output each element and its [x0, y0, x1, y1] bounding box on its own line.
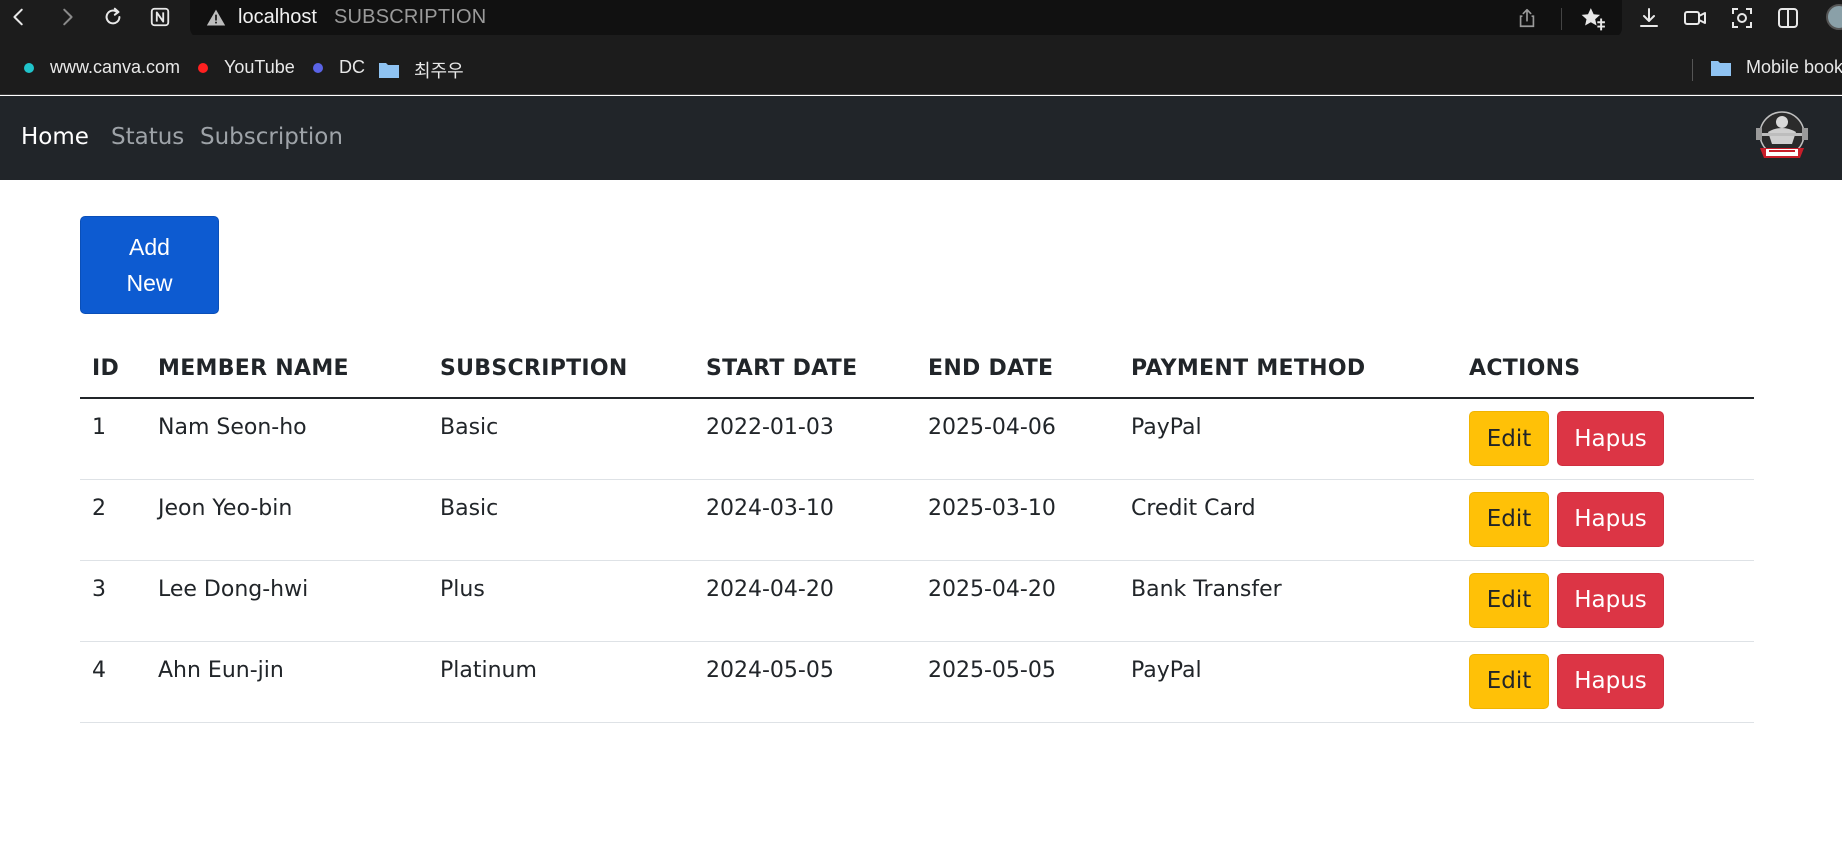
edit-button[interactable]: Edit — [1469, 653, 1549, 709]
table-row: 3 Lee Dong-hwi Plus 2024-04-20 2025-04-2… — [80, 560, 1754, 642]
delete-button[interactable]: Hapus — [1557, 491, 1664, 547]
subscription-table: ID MEMBER NAME SUBSCRIPTION START DATE E… — [80, 340, 1754, 723]
download-icon[interactable] — [1636, 5, 1662, 31]
cell-actions: Edit Hapus — [1457, 479, 1754, 561]
delete-button[interactable]: Hapus — [1557, 411, 1664, 466]
header-member-name: MEMBER NAME — [146, 340, 428, 399]
cell-subscription: Plus — [428, 560, 694, 642]
cell-end-date: 2025-04-20 — [916, 560, 1119, 642]
header-payment-method: PAYMENT METHOD — [1119, 340, 1457, 399]
cell-actions: Edit Hapus — [1457, 398, 1754, 480]
bookmark-youtube[interactable]: YouTube — [198, 57, 295, 78]
bookmarks-divider — [1692, 59, 1693, 81]
cell-id: 3 — [80, 560, 146, 642]
address-bar[interactable]: localhost SUBSCRIPTION — [190, 0, 1622, 38]
add-new-button[interactable]: Add New — [80, 216, 219, 314]
nav-link-status[interactable]: Status — [111, 124, 184, 150]
back-icon[interactable] — [6, 4, 32, 30]
notion-icon[interactable] — [147, 4, 173, 30]
cell-start-date: 2024-05-05 — [694, 641, 916, 723]
cell-payment-method: Bank Transfer — [1119, 560, 1457, 642]
bookmark-label: YouTube — [224, 57, 295, 77]
address-host: localhost — [238, 6, 317, 28]
not-secure-warning-icon[interactable] — [206, 8, 226, 28]
canva-dot-icon — [24, 62, 34, 73]
edit-button[interactable]: Edit — [1469, 491, 1549, 547]
forward-icon[interactable] — [54, 4, 80, 30]
cell-member-name: Ahn Eun-jin — [146, 641, 428, 723]
edit-button[interactable]: Edit — [1469, 572, 1549, 628]
cell-id: 1 — [80, 398, 146, 480]
cell-member-name: Jeon Yeo-bin — [146, 479, 428, 561]
cell-end-date: 2025-04-06 — [916, 398, 1119, 480]
folder-icon — [379, 63, 399, 78]
nav-link-home[interactable]: Home — [21, 124, 89, 150]
cell-payment-method: Credit Card — [1119, 479, 1457, 561]
browser-toolbar: localhost SUBSCRIPTION — [0, 0, 1842, 38]
cell-member-name: Lee Dong-hwi — [146, 560, 428, 642]
cell-end-date: 2025-05-05 — [916, 641, 1119, 723]
cell-actions: Edit Hapus — [1457, 641, 1754, 723]
bookmark-label: Mobile bookmarks — [1746, 57, 1842, 77]
table-header-row: ID MEMBER NAME SUBSCRIPTION START DATE E… — [80, 340, 1754, 399]
edit-button[interactable]: Edit — [1469, 411, 1549, 466]
table-row: 2 Jeon Yeo-bin Basic 2024-03-10 2025-03-… — [80, 479, 1754, 561]
bookmark-folder[interactable]: 최주우 — [378, 57, 464, 83]
app-navbar: Home Status Subscription — [0, 96, 1842, 180]
cell-start-date: 2024-03-10 — [694, 479, 916, 561]
cell-payment-method: PayPal — [1119, 398, 1457, 480]
dc-dot-icon — [313, 62, 323, 73]
cell-subscription: Basic — [428, 479, 694, 561]
delete-button[interactable]: Hapus — [1557, 572, 1664, 628]
cell-start-date: 2022-01-03 — [694, 398, 916, 480]
cell-end-date: 2025-03-10 — [916, 479, 1119, 561]
bookmark-label: 최주우 — [414, 61, 464, 81]
header-start-date: START DATE — [694, 340, 916, 399]
table-row: 1 Nam Seon-ho Basic 2022-01-03 2025-04-0… — [80, 398, 1754, 480]
table-row: 4 Ahn Eun-jin Platinum 2024-05-05 2025-0… — [80, 641, 1754, 723]
folder-icon — [1711, 60, 1731, 76]
bookmark-label: DC — [339, 57, 365, 77]
cell-subscription: Basic — [428, 398, 694, 480]
cell-id: 2 — [80, 479, 146, 561]
cell-id: 4 — [80, 641, 146, 723]
cell-subscription: Platinum — [428, 641, 694, 723]
header-subscription: SUBSCRIPTION — [428, 340, 694, 399]
bookmark-dc[interactable]: DC — [313, 57, 365, 78]
delete-button[interactable]: Hapus — [1557, 653, 1664, 709]
address-divider — [1561, 8, 1562, 30]
bookmark-canva[interactable]: www.canva.com — [24, 57, 180, 78]
split-screen-icon[interactable] — [1775, 5, 1801, 31]
address-page-title: SUBSCRIPTION — [334, 6, 487, 28]
cell-member-name: Nam Seon-ho — [146, 398, 428, 480]
youtube-dot-icon — [198, 62, 208, 73]
screenshot-icon[interactable] — [1729, 5, 1755, 31]
cell-actions: Edit Hapus — [1457, 560, 1754, 642]
header-id: ID — [80, 340, 146, 399]
fitness-logo-icon[interactable] — [1750, 108, 1814, 168]
bookmark-label: www.canva.com — [50, 57, 181, 77]
mobile-bookmarks-folder[interactable]: Mobile bookmarks — [1710, 57, 1842, 78]
reload-icon[interactable] — [100, 4, 126, 30]
nav-link-subscription[interactable]: Subscription — [200, 124, 343, 150]
profile-avatar[interactable] — [1826, 4, 1842, 30]
header-actions: ACTIONS — [1457, 340, 1754, 399]
favorites-star-icon[interactable] — [1580, 6, 1606, 32]
screen-capture-icon[interactable] — [1682, 5, 1708, 31]
cell-payment-method: PayPal — [1119, 641, 1457, 723]
share-icon[interactable] — [1516, 7, 1538, 29]
header-end-date: END DATE — [916, 340, 1119, 399]
cell-start-date: 2024-04-20 — [694, 560, 916, 642]
